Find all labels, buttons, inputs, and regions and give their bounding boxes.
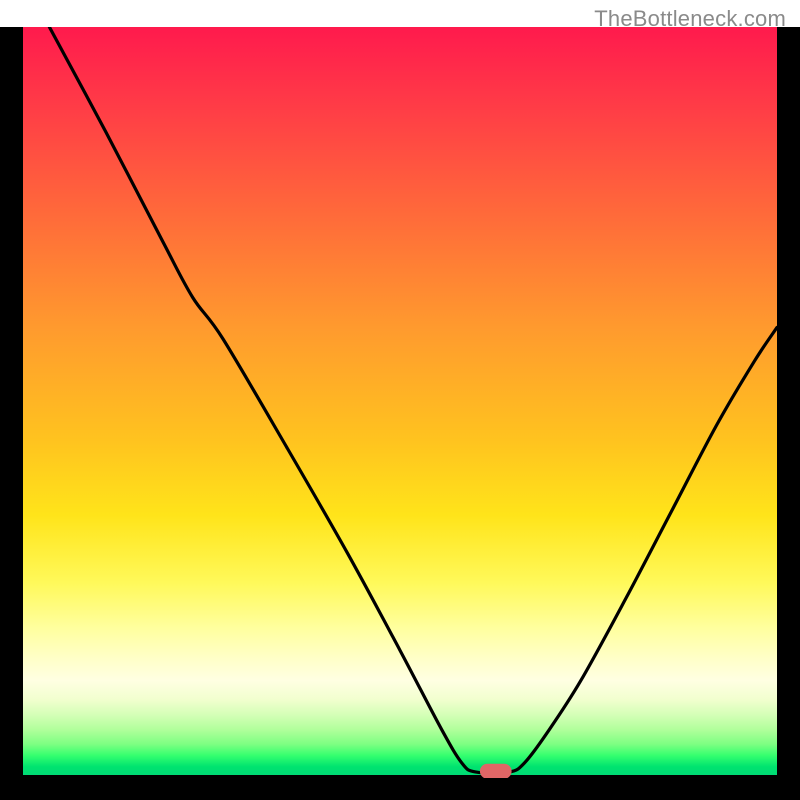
plot-area <box>23 27 777 778</box>
watermark-text: TheBottleneck.com <box>594 6 786 32</box>
optimal-marker <box>480 764 512 778</box>
bottleneck-curve <box>49 27 777 773</box>
chart-frame: TheBottleneck.com <box>0 0 800 800</box>
chart-svg <box>23 27 777 778</box>
